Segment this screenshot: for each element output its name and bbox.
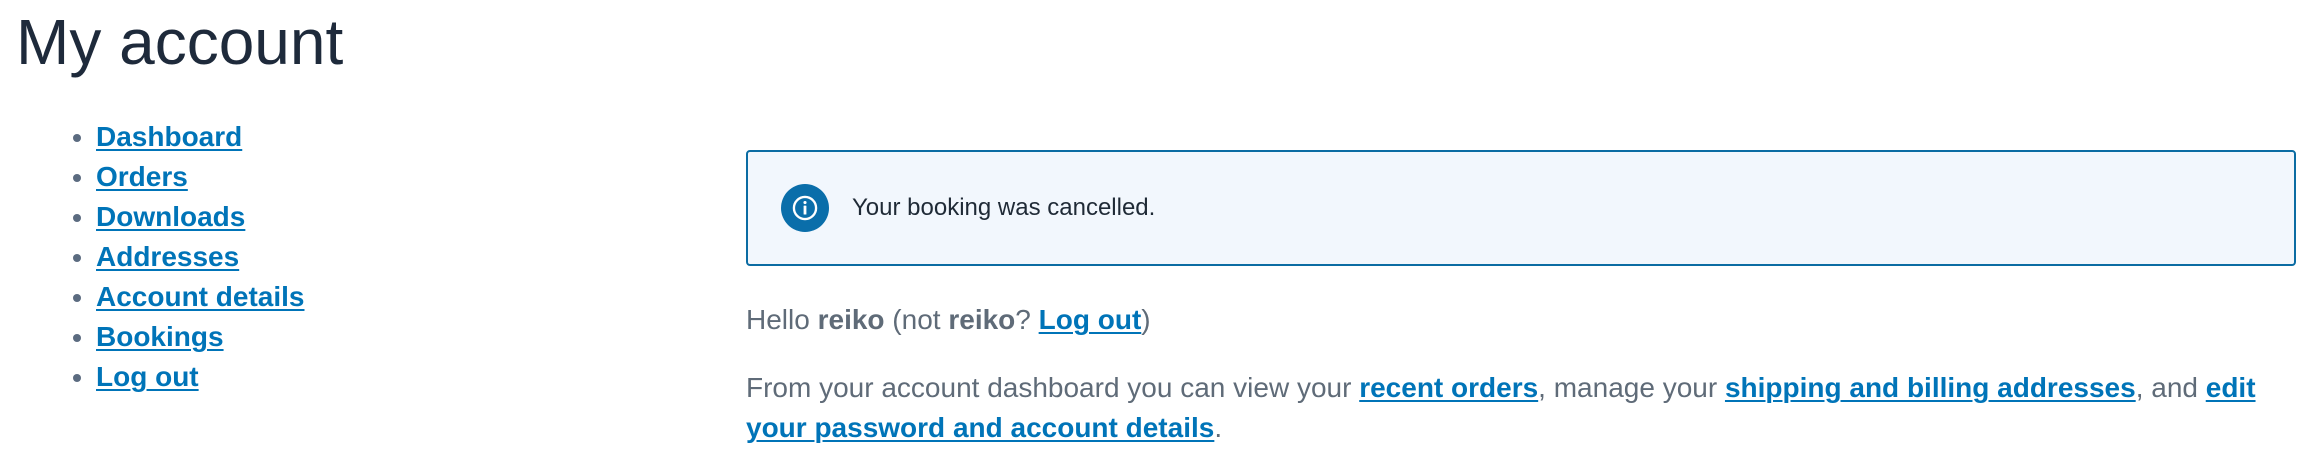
greeting-username-repeat: reiko [948, 304, 1016, 335]
nav-item-addresses: Addresses [96, 237, 304, 277]
greeting-username: reiko [817, 304, 885, 335]
greeting-question: ? [1015, 304, 1039, 335]
nav-item-orders: Orders [96, 157, 304, 197]
nav-item-log-out: Log out [96, 357, 304, 397]
nav-item-bookings: Bookings [96, 317, 304, 357]
greeting-not-open: (not [884, 304, 949, 335]
nav-item-downloads: Downloads [96, 197, 304, 237]
greeting-logout-link[interactable]: Log out [1039, 304, 1142, 335]
nav-link-downloads[interactable]: Downloads [96, 201, 245, 232]
nav-item-account-details: Account details [96, 277, 304, 317]
greeting-text: Hello reiko (not reiko? Log out) [746, 300, 2296, 340]
booking-cancelled-notice: Your booking was cancelled. [746, 150, 2296, 266]
nav-link-orders[interactable]: Orders [96, 161, 188, 192]
recent-orders-link[interactable]: recent orders [1359, 372, 1538, 403]
nav-link-bookings[interactable]: Bookings [96, 321, 224, 352]
info-icon [781, 184, 829, 232]
dashboard-description: From your account dashboard you can view… [746, 368, 2296, 448]
account-navigation: Dashboard Orders Downloads Addresses Acc… [60, 117, 304, 397]
nav-link-addresses[interactable]: Addresses [96, 241, 239, 272]
nav-link-account-details[interactable]: Account details [96, 281, 304, 312]
dashboard-mid-2: , and [2135, 372, 2206, 403]
account-content: Your booking was cancelled. Hello reiko … [746, 150, 2296, 448]
dashboard-mid-1: , manage your [1538, 372, 1725, 403]
page-title: My account [16, 6, 344, 78]
nav-link-log-out[interactable]: Log out [96, 361, 199, 392]
dashboard-intro: From your account dashboard you can view… [746, 372, 1360, 403]
account-page: My account Dashboard Orders Downloads Ad… [0, 0, 2310, 476]
nav-item-dashboard: Dashboard [96, 117, 304, 157]
notice-message: Your booking was cancelled. [852, 194, 1156, 221]
greeting-close: ) [1141, 304, 1151, 335]
addresses-link[interactable]: shipping and billing addresses [1725, 372, 2136, 403]
dashboard-end: . [1214, 412, 1223, 443]
greeting-hello: Hello [746, 304, 818, 335]
nav-link-dashboard[interactable]: Dashboard [96, 121, 242, 152]
